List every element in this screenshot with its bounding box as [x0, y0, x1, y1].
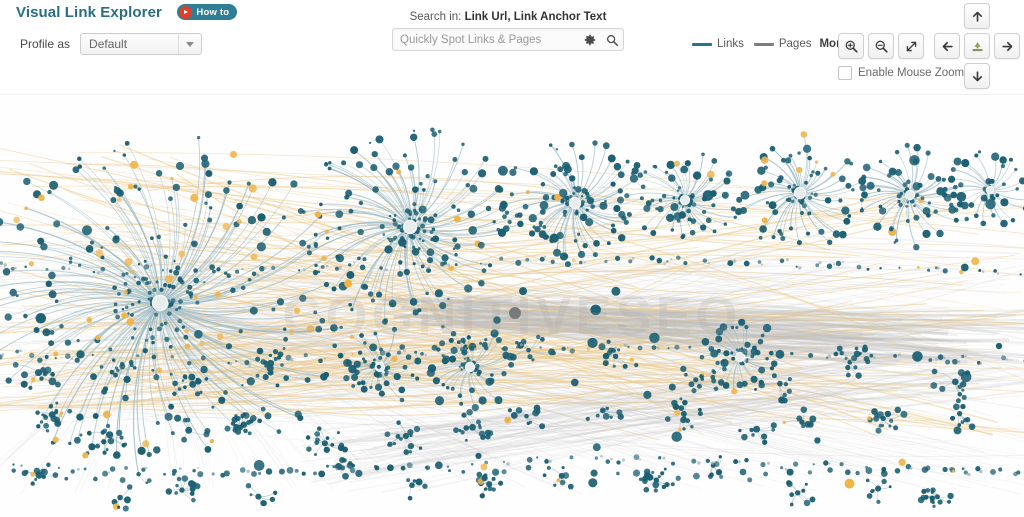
profile-label: Profile as [20, 37, 71, 51]
how-to-button[interactable]: How to [177, 4, 238, 20]
toolbar: Visual Link Explorer How to Profile as D… [0, 0, 1024, 95]
arrow-left-icon [942, 41, 953, 51]
gear-icon[interactable] [579, 29, 601, 50]
legend-links-label: Links [717, 38, 744, 50]
pan-right-button[interactable] [994, 33, 1020, 59]
visual-link-explorer-app: Visual Link Explorer How to Profile as D… [0, 0, 1024, 517]
profile-select[interactable]: Default [80, 33, 203, 55]
search-field[interactable] [392, 28, 624, 51]
reset-view-button[interactable] [964, 33, 990, 59]
enable-mouse-zoom-checkbox[interactable] [838, 66, 852, 80]
zoom-in-icon [845, 40, 858, 53]
page-title: Visual Link Explorer [16, 4, 162, 21]
link-graph-visualization[interactable] [0, 95, 1024, 517]
zoom-in-button[interactable] [838, 33, 864, 59]
search-scope-fields: Link Url, Link Anchor Text [464, 11, 607, 23]
graph-canvas[interactable]: COGNITIVESEO [0, 95, 1024, 517]
graph-legend: Links Pages More [692, 38, 847, 50]
play-icon [179, 5, 193, 19]
legend-pages-label: Pages [778, 38, 812, 50]
pan-left-button[interactable] [934, 33, 960, 59]
legend-links-swatch [692, 42, 712, 46]
branding-block: Visual Link Explorer How to [16, 3, 238, 23]
fullscreen-button[interactable] [898, 33, 924, 59]
search-scope-text: Search in: Link Url, Link Anchor Text [392, 11, 624, 23]
pan-down-button[interactable] [964, 63, 990, 89]
search-input[interactable] [393, 28, 579, 51]
legend-pages-swatch [753, 42, 774, 46]
reset-view-icon [972, 41, 982, 51]
how-to-label: How to [196, 6, 230, 18]
profile-selector-row: Profile as Default [20, 33, 203, 55]
enable-mouse-zoom-row[interactable]: Enable Mouse Zoom [838, 66, 964, 80]
search-scope-prefix: Search in: [409, 11, 462, 23]
zoom-out-icon [875, 40, 888, 53]
arrow-right-icon [1001, 41, 1012, 51]
chevron-down-icon [178, 34, 201, 54]
expand-arrows-icon [906, 41, 916, 51]
search-icon[interactable] [601, 29, 623, 50]
pan-up-button[interactable] [964, 3, 990, 29]
arrow-up-icon [972, 11, 982, 22]
enable-mouse-zoom-label: Enable Mouse Zoom [858, 67, 965, 79]
arrow-down-icon [972, 70, 982, 81]
profile-select-value: Default [89, 37, 128, 51]
search-block: Search in: Link Url, Link Anchor Text [392, 11, 624, 51]
zoom-out-button[interactable] [868, 33, 894, 59]
